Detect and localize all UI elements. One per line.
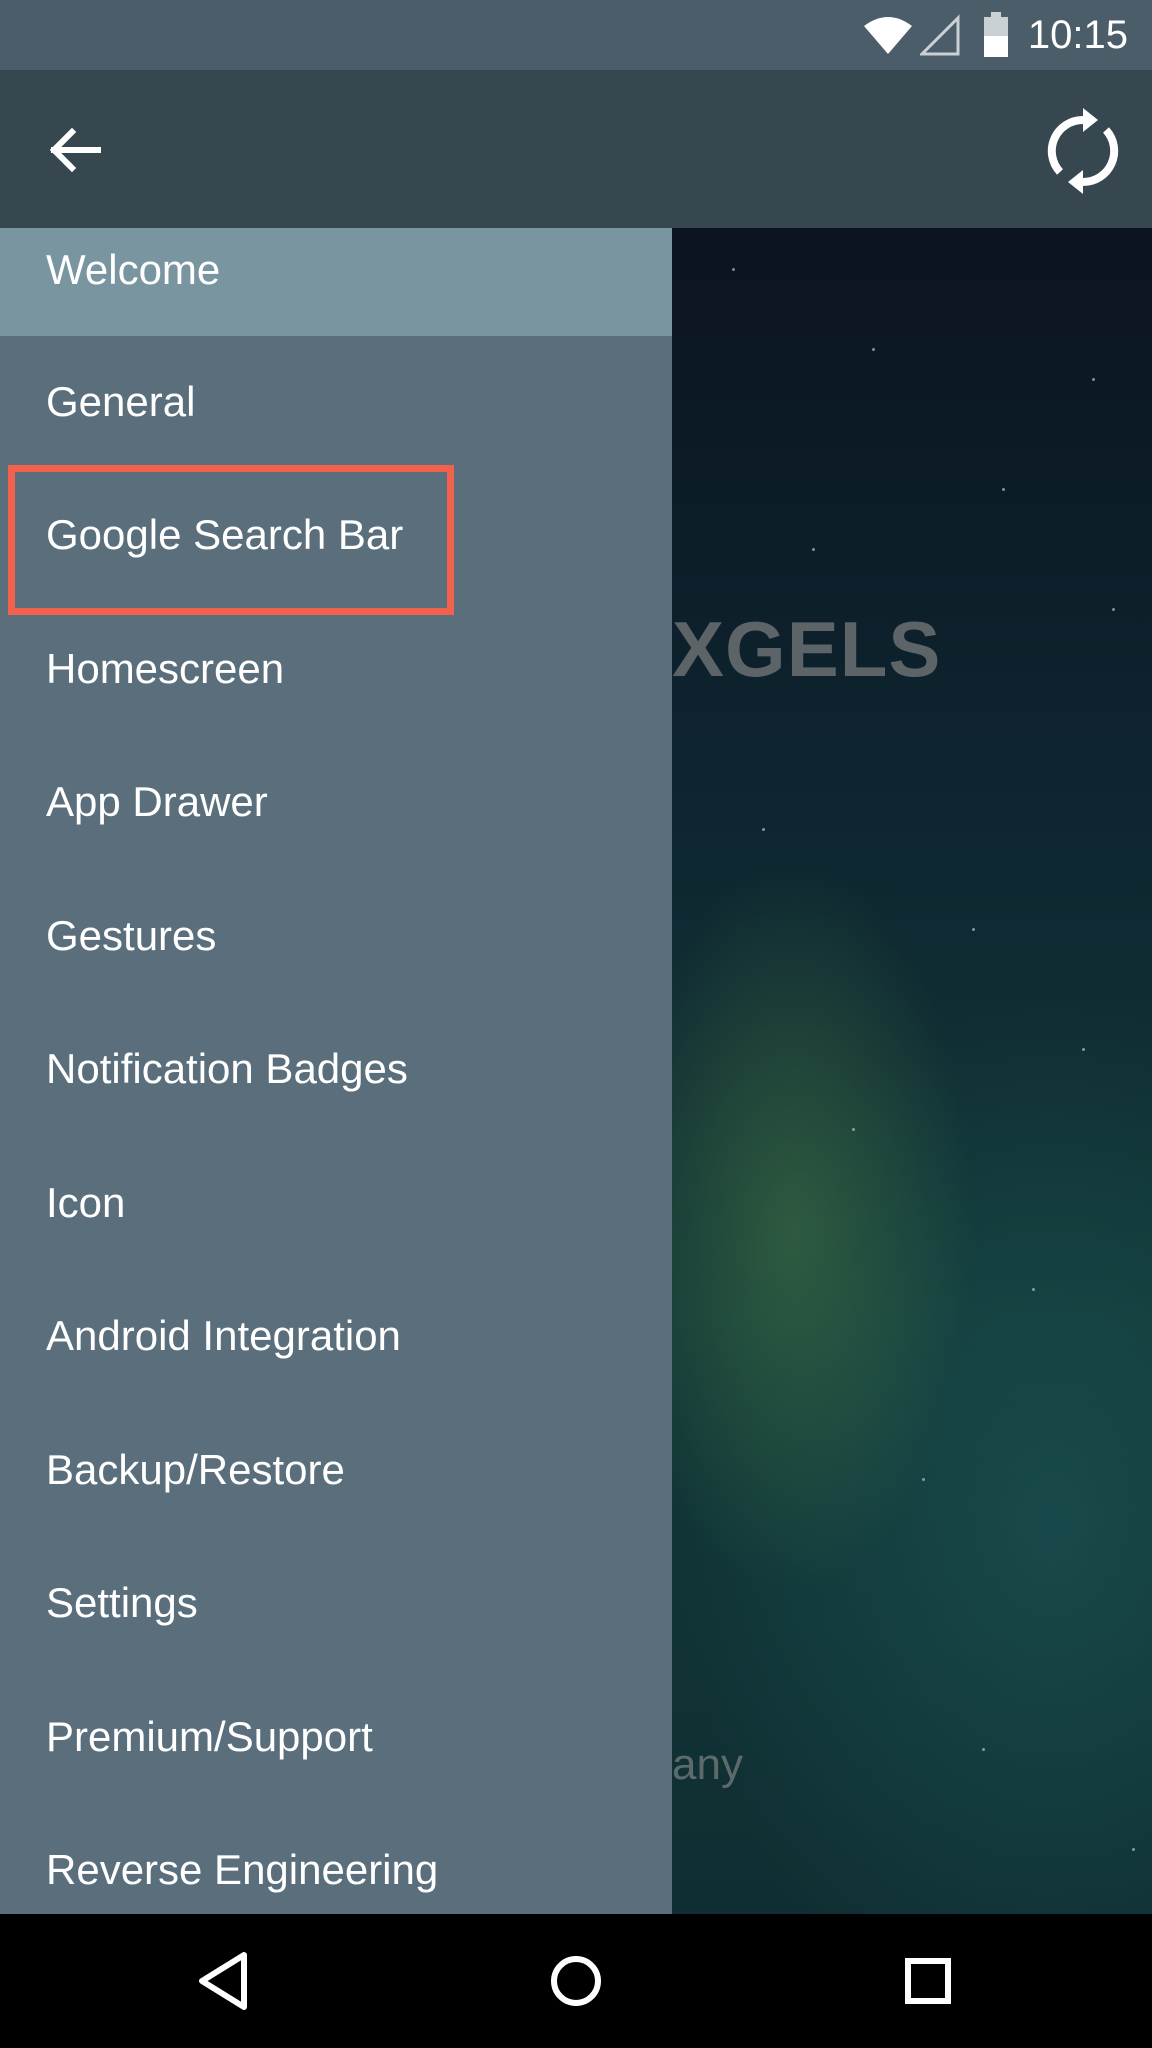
nav-back-button[interactable] <box>186 1941 266 2021</box>
wifi-icon <box>862 14 914 61</box>
sync-button[interactable] <box>1038 106 1128 196</box>
drawer-item-label: Reverse Engineering <box>46 1846 439 1893</box>
drawer-item-app-drawer[interactable]: App Drawer <box>0 736 672 846</box>
status-time: 10:15 <box>1027 13 1128 57</box>
drawer-item-android-integration[interactable]: Android Integration <box>0 1270 672 1380</box>
drawer-item-label: Notification Badges <box>46 1045 408 1092</box>
drawer-item-label: App Drawer <box>46 778 268 825</box>
drawer-item-label: Welcome <box>46 246 221 293</box>
drawer-item-backup-restore[interactable]: Backup/Restore <box>0 1404 672 1514</box>
drawer-item-label: Backup/Restore <box>46 1446 345 1493</box>
app-bar <box>0 70 1152 228</box>
drawer-item-homescreen[interactable]: Homescreen <box>0 603 672 713</box>
drawer-item-label: Icon <box>46 1179 126 1226</box>
battery-icon <box>982 12 1010 63</box>
company-text: any <box>672 1740 743 1789</box>
navigation-drawer: Welcome General Google Search Bar Homesc… <box>0 228 672 1914</box>
nav-back-icon <box>199 1952 247 2010</box>
drawer-item-gestures[interactable]: Gestures <box>0 870 672 980</box>
drawer-item-label: Settings <box>46 1579 198 1626</box>
home-icon <box>551 1956 601 2006</box>
system-navigation-bar <box>0 1914 1152 2048</box>
drawer-item-icon[interactable]: Icon <box>0 1137 672 1247</box>
drawer-item-label: Gestures <box>46 912 217 959</box>
home-button[interactable] <box>536 1941 616 2021</box>
drawer-item-reverse-engineering[interactable]: Reverse Engineering <box>0 1804 672 1914</box>
status-bar: 10:15 <box>0 0 1152 70</box>
screen: 10:15 XGELS any Welcome General Google S… <box>0 0 1152 2048</box>
sync-icon <box>1047 108 1119 194</box>
back-button[interactable] <box>40 114 112 186</box>
arrow-back-icon <box>49 127 101 173</box>
drawer-item-label: General <box>46 378 196 425</box>
launcher-preview-background: XGELS any <box>672 228 1152 1914</box>
drawer-item-label: Homescreen <box>46 645 285 692</box>
drawer-item-welcome[interactable]: Welcome <box>0 228 672 336</box>
brand-text: XGELS <box>672 605 942 693</box>
drawer-item-notification-badges[interactable]: Notification Badges <box>0 1003 672 1113</box>
drawer-item-premium-support[interactable]: Premium/Support <box>0 1671 672 1781</box>
drawer-item-general[interactable]: General <box>0 336 672 446</box>
recents-button[interactable] <box>888 1941 968 2021</box>
recents-icon <box>905 1958 951 2004</box>
cellular-signal-icon <box>918 14 960 61</box>
drawer-item-label: Premium/Support <box>46 1713 373 1760</box>
drawer-item-label: Android Integration <box>46 1312 401 1359</box>
highlight-annotation-box <box>8 465 454 615</box>
drawer-item-settings[interactable]: Settings <box>0 1537 672 1647</box>
